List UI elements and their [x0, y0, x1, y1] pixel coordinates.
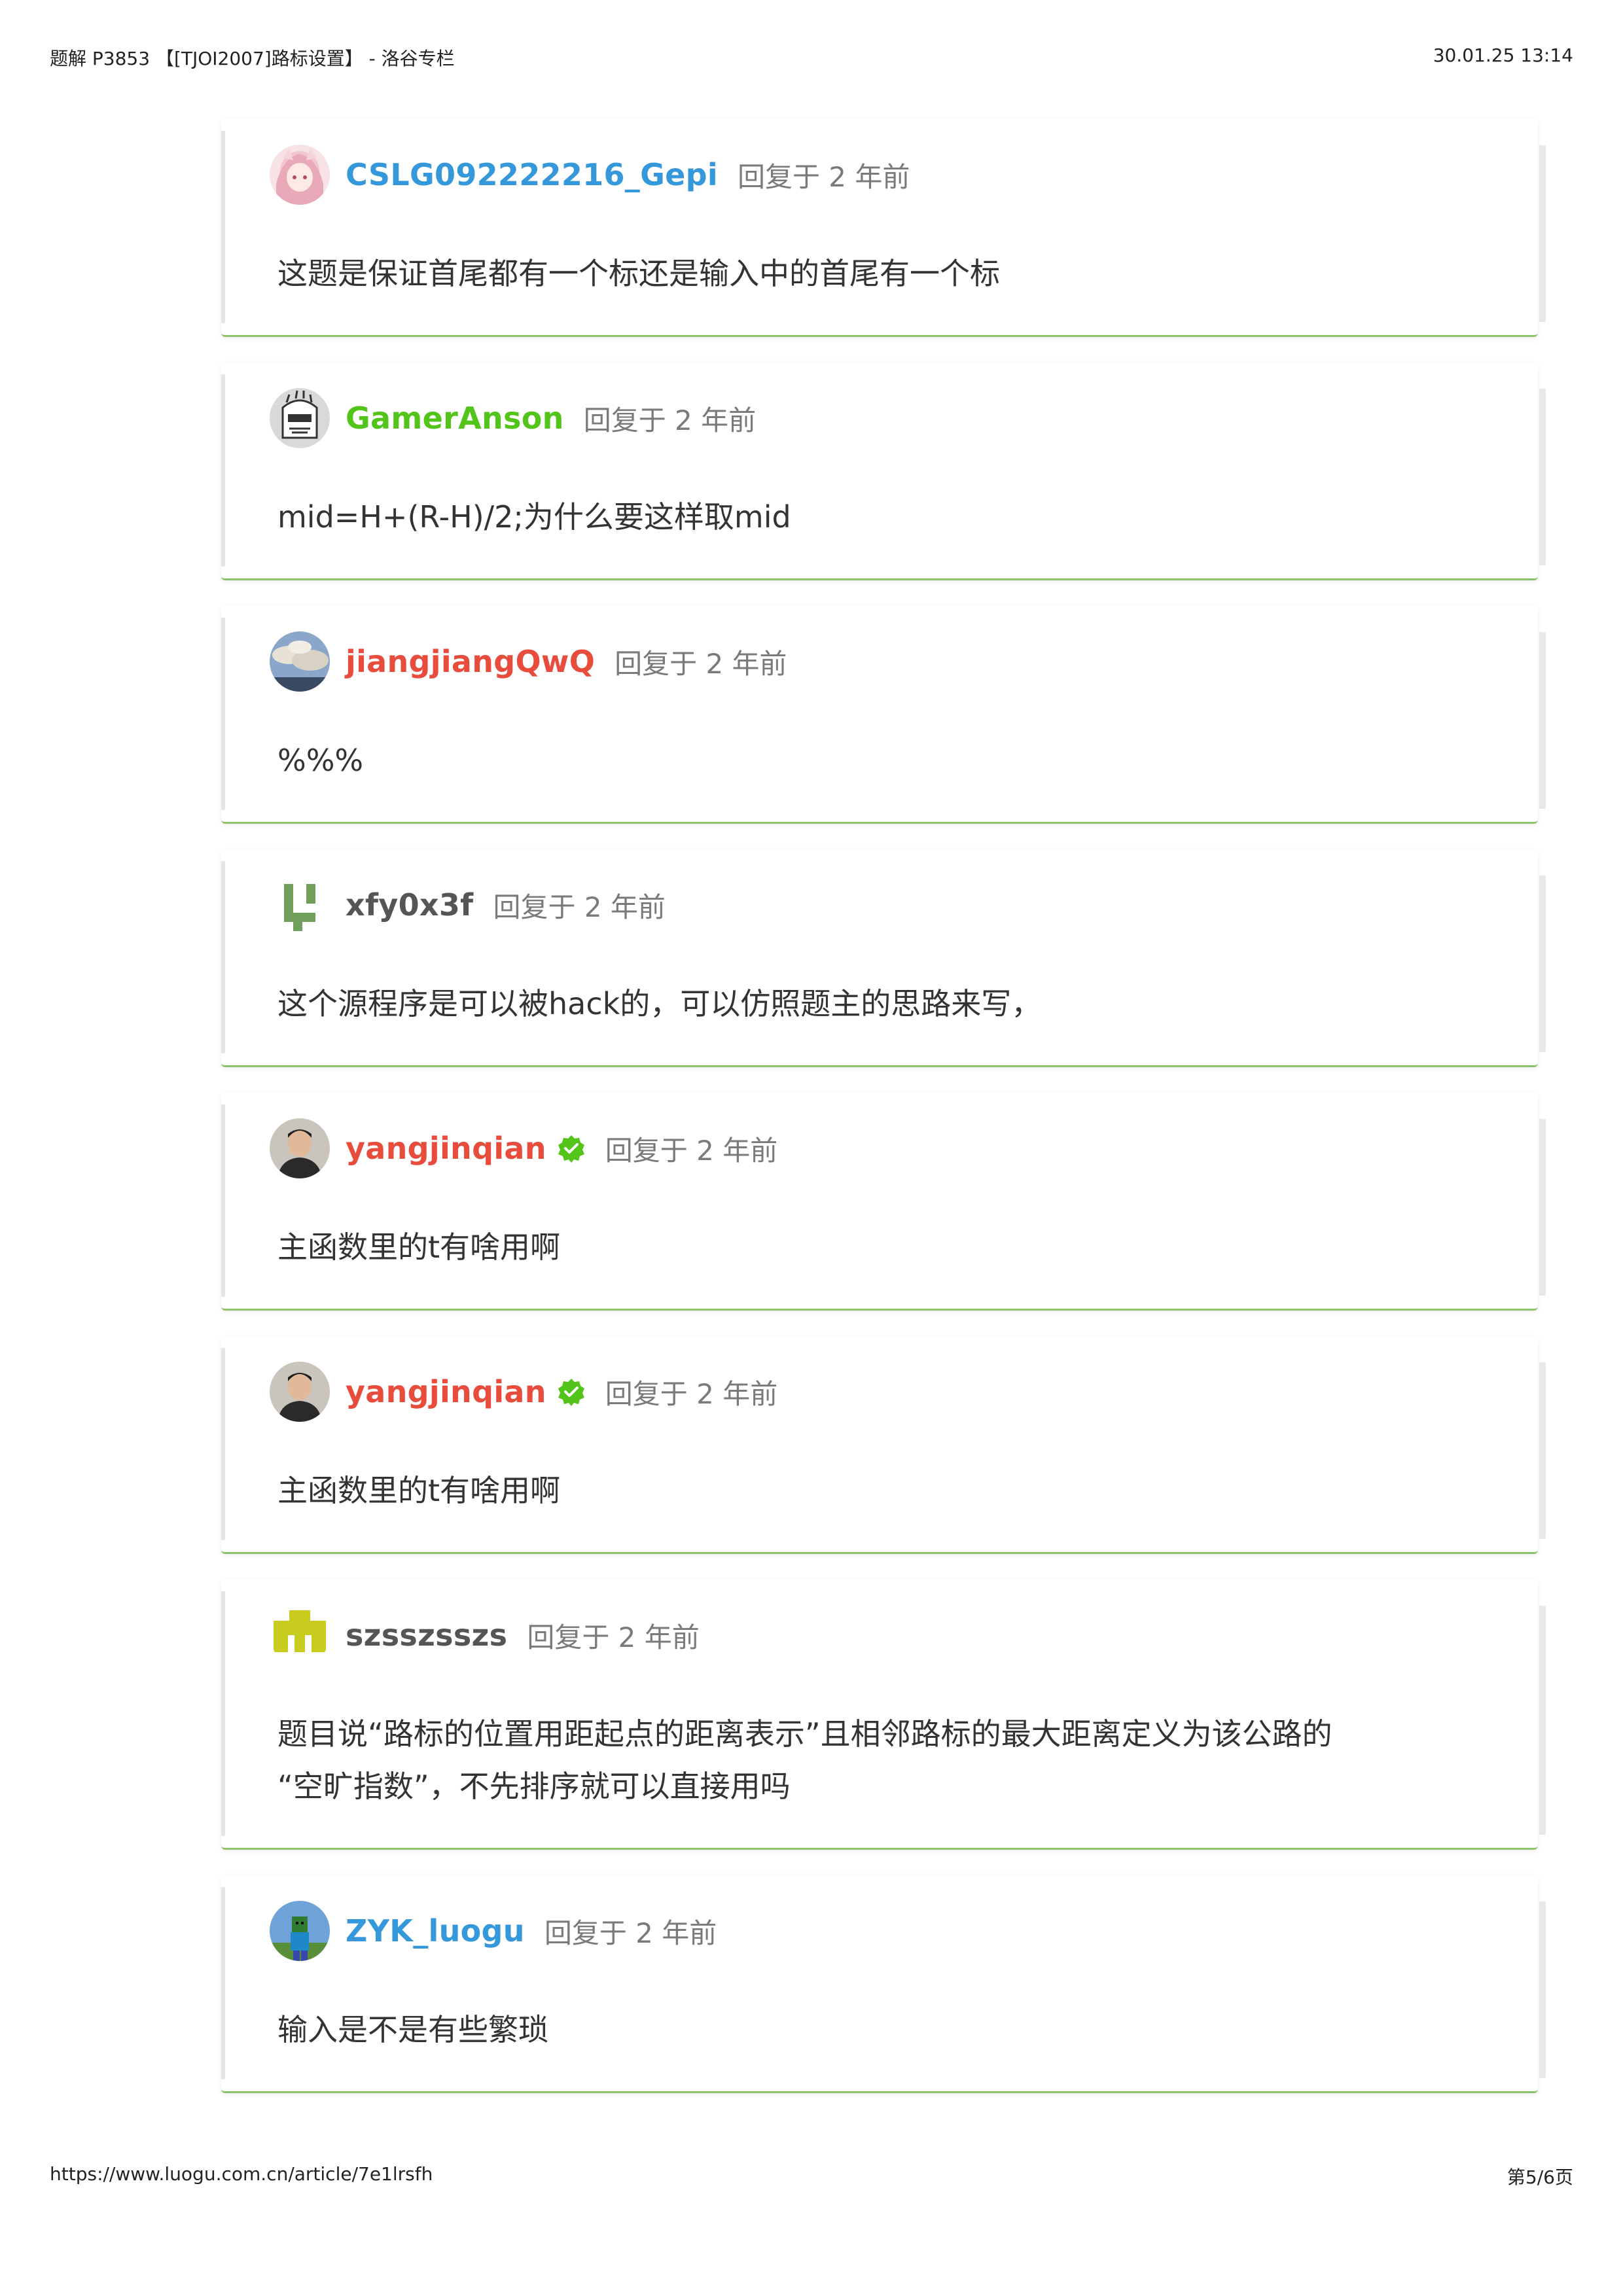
print-datetime: 30.01.25 13:14 — [1433, 44, 1573, 66]
comment-line: 这题是保证首尾都有一个标还是输入中的首尾有一个标 — [277, 256, 1000, 291]
reply-time: 回复于 2 年前 — [605, 1377, 778, 1410]
comment-card: ZYK_luogu 回复于 2 年前 输入是不是有些繁琐 — [221, 1875, 1546, 2093]
comment-text: 这题是保证首尾都有一个标还是输入中的首尾有一个标 — [277, 247, 1486, 300]
username-link[interactable]: yangjinqian — [346, 1374, 546, 1409]
comment-line: “空旷指数”，不先排序就可以直接用吗 — [277, 1769, 791, 1804]
print-header: 题解 P3853 【[TJOI2007]路标设置】 - 洛谷专栏 30.01.2… — [50, 44, 1573, 73]
knight-helmet-avatar[interactable] — [270, 388, 330, 448]
comment-line: 输入是不是有些繁琐 — [277, 2012, 548, 2047]
anime-girl-avatar[interactable] — [270, 145, 330, 205]
reply-time: 回复于 2 年前 — [544, 1916, 717, 1949]
reply-time: 回复于 2 年前 — [605, 1134, 778, 1167]
verified-badge-icon — [558, 1379, 584, 1406]
comment-header: ZYK_luogu 回复于 2 年前 — [270, 1900, 717, 1962]
username-link[interactable]: GamerAnson — [346, 400, 564, 436]
reply-time: 回复于 2 年前 — [493, 891, 666, 923]
person-photo-avatar[interactable] — [270, 1118, 330, 1178]
username-link[interactable]: jiangjiangQwQ — [346, 644, 595, 679]
reply-time: 回复于 2 年前 — [737, 160, 910, 193]
comment-card: szsszsszs 回复于 2 年前 题目说“路标的位置用距起点的距离表示”且相… — [221, 1580, 1546, 1850]
comment-line: 主函数里的t有啥用啊 — [277, 1229, 561, 1265]
comment-header: GamerAnson 回复于 2 年前 — [270, 387, 756, 449]
comment-line: %%% — [277, 743, 364, 778]
username-link[interactable]: CSLG092222216_Gepi — [346, 157, 718, 192]
comment-card: jiangjiangQwQ 回复于 2 年前 %%% — [221, 606, 1546, 824]
page-number: 第5/6页 — [1507, 2166, 1573, 2188]
verified-badge-icon — [558, 1135, 584, 1163]
comment-line: 这个源程序是可以被hack的，可以仿照题主的思路来写， — [277, 986, 1042, 1021]
comment-text: 这个源程序是可以被hack的，可以仿照题主的思路来写， — [277, 978, 1486, 1030]
comment-header: CSLG092222216_Gepi 回复于 2 年前 — [270, 144, 910, 205]
comment-text: 主函数里的t有啥用啊 — [277, 1464, 1486, 1517]
comment-card: yangjinqian 回复于 2 年前 主函数里的t有啥用啊 — [221, 1336, 1546, 1554]
comment-line: mid=H+(R-H)/2;为什么要这样取mid — [277, 499, 791, 535]
comment-card: CSLG092222216_Gepi 回复于 2 年前 这题是保证首尾都有一个标… — [221, 119, 1546, 337]
comment-text: 输入是不是有些繁琐 — [277, 2004, 1486, 2056]
username-link[interactable]: szsszsszs — [346, 1617, 507, 1653]
comment-header: szsszsszs 回复于 2 年前 — [270, 1604, 700, 1666]
comment-text: 题目说“路标的位置用距起点的距离表示”且相邻路标的最大距离定义为该公路的 “空旷… — [277, 1708, 1486, 1812]
comment-header: xfy0x3f 回复于 2 年前 — [270, 874, 666, 936]
minecraft-avatar[interactable] — [270, 1901, 330, 1961]
identicon-green-avatar[interactable] — [270, 875, 330, 935]
reply-time: 回复于 2 年前 — [583, 404, 757, 436]
person-photo-avatar[interactable] — [270, 1362, 330, 1422]
comment-line: 题目说“路标的位置用距起点的距离表示”且相邻路标的最大距离定义为该公路的 — [277, 1716, 1332, 1752]
username-link[interactable]: xfy0x3f — [346, 887, 473, 923]
comment-text: mid=H+(R-H)/2;为什么要这样取mid — [277, 491, 1486, 543]
username-link[interactable]: ZYK_luogu — [346, 1913, 525, 1949]
comment-card: yangjinqian 回复于 2 年前 主函数里的t有啥用啊 — [221, 1093, 1546, 1311]
comment-header: yangjinqian 回复于 2 年前 — [270, 1361, 777, 1422]
reply-time: 回复于 2 年前 — [615, 647, 787, 680]
page-title: 题解 P3853 【[TJOI2007]路标设置】 - 洛谷专栏 — [50, 48, 455, 69]
comment-text: %%% — [277, 734, 1486, 786]
comment-card: xfy0x3f 回复于 2 年前 这个源程序是可以被hack的，可以仿照题主的思… — [221, 849, 1546, 1067]
comment-text: 主函数里的t有啥用啊 — [277, 1221, 1486, 1273]
identicon-yellow-avatar[interactable] — [270, 1605, 330, 1665]
page-url: https://www.luogu.com.cn/article/7e1lrsf… — [50, 2163, 433, 2185]
reply-time: 回复于 2 年前 — [527, 1621, 700, 1653]
username-link[interactable]: yangjinqian — [346, 1131, 546, 1166]
comment-card: GamerAnson 回复于 2 年前 mid=H+(R-H)/2;为什么要这样… — [221, 362, 1546, 580]
sky-clouds-avatar[interactable] — [270, 631, 330, 692]
comment-header: jiangjiangQwQ 回复于 2 年前 — [270, 631, 787, 692]
print-footer: https://www.luogu.com.cn/article/7e1lrsf… — [50, 2163, 1573, 2192]
comment-line: 主函数里的t有啥用啊 — [277, 1473, 561, 1508]
comment-header: yangjinqian 回复于 2 年前 — [270, 1118, 777, 1179]
